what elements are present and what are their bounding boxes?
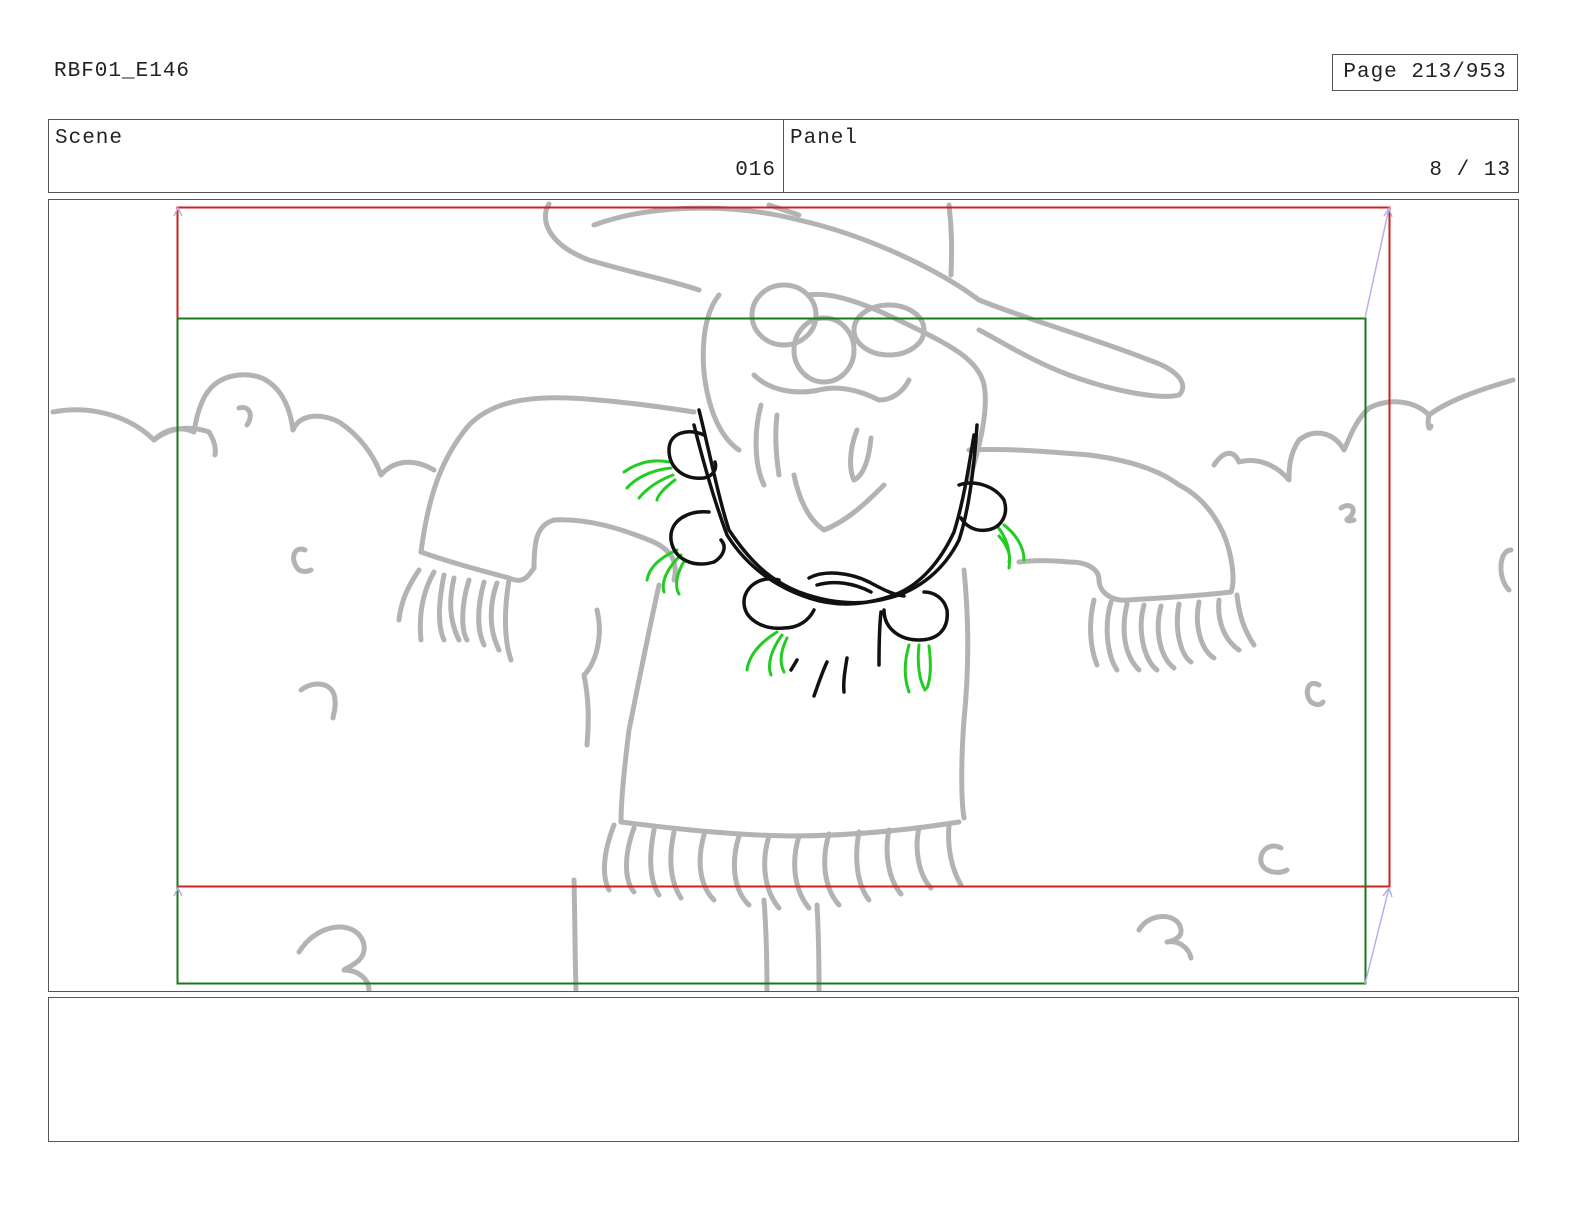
background-bushes-sketch — [50, 372, 1516, 991]
necklace-ink — [667, 408, 1008, 698]
panel-notes-box — [48, 997, 1519, 1142]
panel-label: Panel — [790, 127, 859, 150]
storyboard-drawing — [50, 201, 1516, 991]
scene-number: 016 — [735, 159, 776, 182]
storyboard-panel — [48, 199, 1519, 992]
camera-frame-start — [176, 206, 1391, 888]
scarecrow-rough-sketch — [396, 201, 1257, 991]
panel-cell: Panel 8 / 13 — [783, 120, 1518, 192]
scene-cell: Scene 016 — [49, 120, 783, 192]
document-id: RBF01_E146 — [54, 60, 191, 83]
panel-number: 8 / 13 — [1429, 159, 1511, 182]
scene-panel-header: Scene 016 Panel 8 / 13 — [48, 119, 1519, 193]
scene-label: Scene — [55, 127, 124, 150]
page-indicator: Page 213/953 — [1332, 54, 1518, 91]
